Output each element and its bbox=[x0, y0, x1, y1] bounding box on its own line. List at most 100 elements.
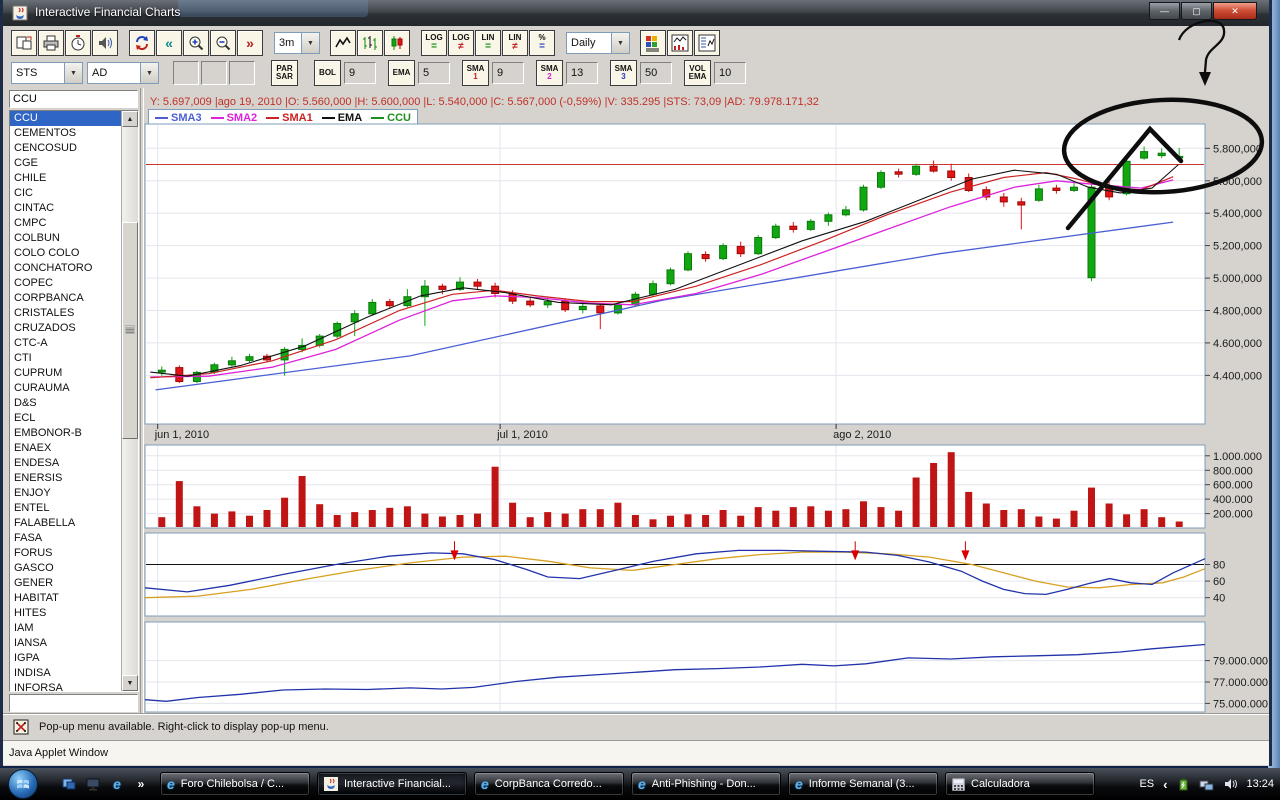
taskbar-button[interactable]: Interactive Financial... bbox=[317, 772, 467, 796]
stock-list-item[interactable]: CGE bbox=[10, 156, 138, 171]
stock-list-item[interactable]: FASA bbox=[10, 531, 138, 546]
period-select[interactable]: 3m ▼ bbox=[274, 32, 320, 54]
indicator-button-volema[interactable]: VOL EMA bbox=[684, 60, 711, 86]
taskbar-button[interactable]: e Foro Chilebolsa / C... bbox=[160, 772, 310, 796]
chart-with-data-button[interactable] bbox=[694, 30, 720, 56]
indicator-value-sma1[interactable]: 9 bbox=[492, 62, 524, 84]
stock-list-item[interactable]: CIC bbox=[10, 186, 138, 201]
language-indicator[interactable]: ES bbox=[1139, 778, 1154, 790]
stock-list-item[interactable]: ENDESA bbox=[10, 456, 138, 471]
stock-list-item[interactable]: ENERSIS bbox=[10, 471, 138, 486]
stock-list-item[interactable]: COPEC bbox=[10, 276, 138, 291]
page-setup-button[interactable] bbox=[11, 30, 37, 56]
scroll-left-button[interactable]: « bbox=[156, 30, 182, 56]
line-chart-button[interactable] bbox=[330, 30, 356, 56]
interval-select[interactable]: Daily ▼ bbox=[566, 32, 630, 54]
stock-list-item[interactable]: COLO COLO bbox=[10, 246, 138, 261]
stock-list-item[interactable]: FALABELLA bbox=[10, 516, 138, 531]
stock-list-item[interactable]: CMPC bbox=[10, 216, 138, 231]
stock-list-item[interactable]: CRISTALES bbox=[10, 306, 138, 321]
stock-list-item[interactable]: CTC-A bbox=[10, 336, 138, 351]
scale-button-lin-neq[interactable]: LIN ≠ bbox=[502, 30, 528, 56]
indicator-value-volema[interactable]: 10 bbox=[714, 62, 746, 84]
stock-list-item[interactable]: ENJOY bbox=[10, 486, 138, 501]
layout-mosaic-button[interactable] bbox=[640, 30, 666, 56]
refresh-button[interactable] bbox=[129, 30, 155, 56]
indicator2-select[interactable]: AD ▼ bbox=[87, 62, 159, 84]
stock-list-item[interactable]: CTI bbox=[10, 351, 138, 366]
candlestick-chart-button[interactable] bbox=[384, 30, 410, 56]
stock-list-item[interactable]: EMBONOR-B bbox=[10, 426, 138, 441]
stock-list-item[interactable]: CINTAC bbox=[10, 201, 138, 216]
maximize-button[interactable]: ▢ bbox=[1181, 2, 1212, 20]
scale-button-log-neq[interactable]: LOG ≠ bbox=[448, 30, 474, 56]
clock[interactable]: 13:24 bbox=[1246, 778, 1274, 790]
stock-list-item[interactable]: INFORSA bbox=[10, 681, 138, 691]
scale-button-log-eq[interactable]: LOG = bbox=[421, 30, 447, 56]
stock-list-item[interactable]: IANSA bbox=[10, 636, 138, 651]
scroll-down-icon[interactable]: ▼ bbox=[122, 675, 138, 691]
symbol-input[interactable] bbox=[9, 90, 138, 108]
indicator-value-bol[interactable]: 9 bbox=[344, 62, 376, 84]
ohlc-chart-button[interactable] bbox=[357, 30, 383, 56]
chart-with-volume-button[interactable] bbox=[667, 30, 693, 56]
stock-list-item[interactable]: HABITAT bbox=[10, 591, 138, 606]
stock-list-item[interactable]: CCU bbox=[10, 111, 138, 126]
indicator-button-sma2[interactable]: SMA 2 bbox=[536, 60, 563, 86]
taskbar-button[interactable]: e CorpBanca Corredo... bbox=[474, 772, 624, 796]
symbol-input-secondary[interactable] bbox=[9, 694, 138, 712]
scroll-right-button[interactable]: » bbox=[237, 30, 263, 56]
stock-list-item[interactable]: D&S bbox=[10, 396, 138, 411]
stock-list-item[interactable]: ENTEL bbox=[10, 501, 138, 516]
quick-launch-internet-explorer-icon[interactable]: e bbox=[108, 775, 126, 793]
stock-list-item[interactable]: INDISA bbox=[10, 666, 138, 681]
stock-list-item[interactable]: COLBUN bbox=[10, 231, 138, 246]
zoom-in-button[interactable] bbox=[183, 30, 209, 56]
stock-list-item[interactable]: ENAEX bbox=[10, 441, 138, 456]
scale-button-%-eq[interactable]: % = bbox=[529, 30, 555, 56]
indicator-value-ema[interactable]: 5 bbox=[418, 62, 450, 84]
stock-list-item[interactable]: IGPA bbox=[10, 651, 138, 666]
close-button[interactable]: ✕ bbox=[1213, 2, 1257, 20]
title-bar[interactable]: Interactive Financial Charts — ▢ ✕ bbox=[3, 0, 1269, 26]
battery-icon[interactable] bbox=[1176, 777, 1190, 791]
stock-list-item[interactable]: CUPRUM bbox=[10, 366, 138, 381]
stock-list-item[interactable]: CURAUMA bbox=[10, 381, 138, 396]
sound-button[interactable] bbox=[92, 30, 118, 56]
print-button[interactable] bbox=[38, 30, 64, 56]
taskbar-button[interactable]: e Anti-Phishing - Don... bbox=[631, 772, 781, 796]
indicator1-select[interactable]: STS ▼ bbox=[11, 62, 83, 84]
stock-list-item[interactable]: ECL bbox=[10, 411, 138, 426]
taskbar-button[interactable]: Calculadora bbox=[945, 772, 1095, 796]
quick-launch-window-icon[interactable] bbox=[60, 775, 78, 793]
indicator-value-sma3[interactable]: 50 bbox=[640, 62, 672, 84]
stock-list-item[interactable]: CRUZADOS bbox=[10, 321, 138, 336]
taskbar-button[interactable]: e Informe Semanal (3... bbox=[788, 772, 938, 796]
network-icon[interactable] bbox=[1199, 777, 1214, 791]
stock-list-item[interactable]: GASCO bbox=[10, 561, 138, 576]
scale-button-lin-eq[interactable]: LIN = bbox=[475, 30, 501, 56]
indicator-button-parsar[interactable]: PAR SAR bbox=[271, 60, 298, 86]
stock-list-item[interactable]: CENCOSUD bbox=[10, 141, 138, 156]
zoom-out-button[interactable] bbox=[210, 30, 236, 56]
stock-list-item[interactable]: IAM bbox=[10, 621, 138, 636]
stock-list-item[interactable]: CEMENTOS bbox=[10, 126, 138, 141]
speaker-icon[interactable] bbox=[1223, 777, 1238, 791]
stock-list-item[interactable]: GENER bbox=[10, 576, 138, 591]
stock-list-item[interactable]: CORPBANCA bbox=[10, 291, 138, 306]
timer-button[interactable] bbox=[65, 30, 91, 56]
scroll-up-icon[interactable]: ▲ bbox=[122, 111, 138, 127]
quick-launch-overflow-chevron[interactable]: » bbox=[132, 775, 150, 793]
indicator-button-ema[interactable]: EMA bbox=[388, 60, 415, 86]
indicator-button-sma1[interactable]: SMA 1 bbox=[462, 60, 489, 86]
scrollbar-thumb[interactable] bbox=[122, 222, 138, 439]
stock-list-item[interactable]: HITES bbox=[10, 606, 138, 621]
stock-list-scrollbar[interactable]: ▲ ▼ bbox=[121, 111, 138, 691]
start-button[interactable] bbox=[8, 769, 38, 799]
stock-list-item[interactable]: CONCHATORO bbox=[10, 261, 138, 276]
indicator-button-sma3[interactable]: SMA 3 bbox=[610, 60, 637, 86]
indicator-button-bol[interactable]: BOL bbox=[314, 60, 341, 86]
minimize-button[interactable]: — bbox=[1149, 2, 1180, 20]
stock-list-item[interactable]: CHILE bbox=[10, 171, 138, 186]
indicator-value-sma2[interactable]: 13 bbox=[566, 62, 598, 84]
